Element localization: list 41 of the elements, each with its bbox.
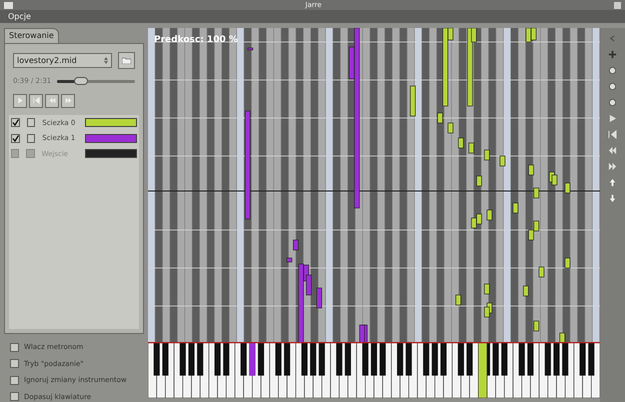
track-color-swatch[interactable] [84,118,137,128]
slider-thumb[interactable] [74,77,88,86]
down-arrow-icon[interactable] [608,194,617,203]
up-arrow-icon[interactable] [608,178,617,187]
checkmark-icon [12,134,19,142]
checkbox[interactable] [11,118,20,128]
fast-forward-icon [64,97,72,104]
tab[interactable]: Sterowanie [4,28,59,43]
menu-item[interactable]: Opcje [8,12,31,20]
rewind-icon [48,97,56,104]
transport-button[interactable] [13,94,27,108]
play-icon [16,97,24,104]
circle-icon[interactable] [608,98,617,107]
skip-back-icon [32,97,40,104]
close-icon[interactable] [614,2,621,8]
speed-label: Predkosc: 100 % [154,34,238,47]
checkbox[interactable] [10,359,19,368]
circle-icon[interactable] [608,82,617,91]
play-icon[interactable] [608,114,617,123]
transport-button[interactable] [61,94,75,108]
spinner-icon [104,57,108,64]
window-icon [4,2,13,8]
checkbox[interactable] [11,134,20,143]
transport-button[interactable] [29,94,43,108]
skip-back-icon[interactable] [608,130,617,139]
position-slider[interactable] [57,77,135,86]
checkbox[interactable] [10,392,19,402]
circle-icon[interactable] [608,66,617,75]
track-color-swatch[interactable] [84,134,137,143]
move-icon[interactable] [608,50,617,59]
transport-button[interactable] [45,94,59,108]
checkbox[interactable] [27,118,36,128]
checkmark-icon [12,119,19,126]
file-dropdown[interactable]: lovestory2.mid [13,53,112,68]
open-folder-button[interactable] [118,52,135,69]
checkbox[interactable] [27,134,36,143]
folder-icon [122,57,131,64]
rewind-icon[interactable] [608,146,617,155]
checkbox[interactable] [10,342,19,352]
fast-forward-icon[interactable] [608,162,617,171]
checkbox[interactable] [10,376,19,385]
